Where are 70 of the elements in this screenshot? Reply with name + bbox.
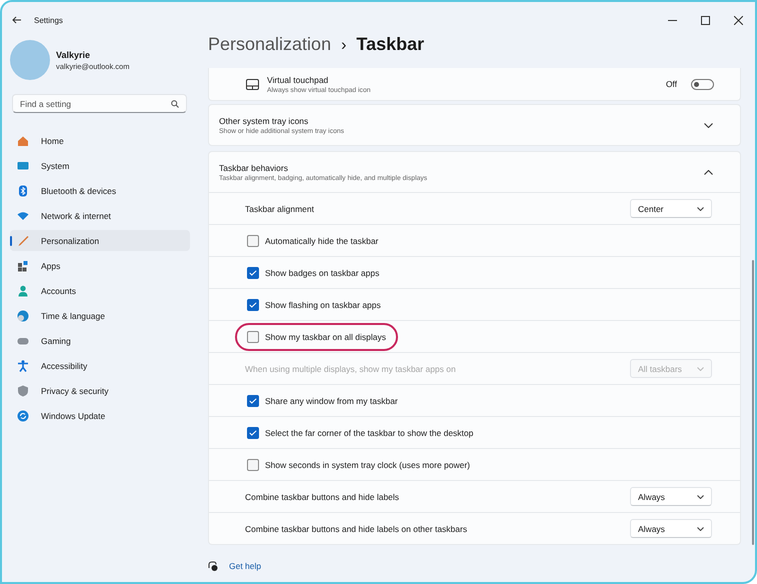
chevron-down-icon: [697, 206, 704, 210]
close-icon[interactable]: [734, 16, 743, 24]
search-icon: [171, 100, 179, 108]
window-title: Settings: [34, 16, 63, 24]
get-help-link[interactable]: Get help: [229, 561, 262, 571]
sidebar-item[interactable]: System: [10, 155, 190, 176]
checkbox[interactable]: [247, 234, 259, 246]
checkbox[interactable]: [247, 298, 259, 310]
setting-label: When using multiple displays, show my taskbar apps on: [245, 364, 457, 374]
sync-icon: [17, 410, 29, 422]
accessibility-icon: [17, 360, 29, 372]
dropdown[interactable]: Center: [630, 199, 712, 218]
sidebar-item[interactable]: Personalization: [10, 230, 190, 251]
checkbox-label: Show badges on taskbar apps: [265, 268, 380, 278]
sidebar-item[interactable]: Time & language: [10, 305, 190, 326]
checkbox-label: Select the far corner of the taskbar to show the desktop: [265, 428, 474, 438]
sidebar-item[interactable]: Gaming: [10, 330, 190, 351]
back-icon[interactable]: [12, 16, 22, 24]
setting-label: Combine taskbar buttons and hide labels: [245, 492, 400, 502]
sidebar-item[interactable]: Windows Update: [10, 405, 190, 426]
checkbox-label: Automatically hide the taskbar: [265, 236, 378, 246]
house-icon: [17, 134, 29, 146]
checkbox[interactable]: [247, 394, 259, 406]
dropdown[interactable]: Always: [630, 487, 712, 506]
sidebar-item[interactable]: Accessibility: [10, 355, 190, 376]
sidebar-item[interactable]: Network & internet: [10, 205, 190, 226]
search-field[interactable]: Find a setting: [12, 94, 187, 113]
checkbox[interactable]: [247, 266, 259, 278]
sidebar-item[interactable]: Accounts: [10, 280, 190, 301]
chevron-up-icon: [704, 170, 713, 174]
monitor-icon: [17, 160, 29, 172]
dropdown[interactable]: Always: [630, 519, 712, 538]
avatar: [10, 40, 50, 80]
maximize-icon[interactable]: [701, 16, 710, 24]
checkbox-label: Share any window from my taskbar: [265, 396, 398, 406]
chevron-down-icon: [697, 494, 704, 498]
checkbox[interactable]: [247, 458, 259, 470]
bluetooth-icon: [17, 184, 29, 196]
checkmark-icon: [249, 302, 257, 308]
sidebar-item[interactable]: Apps: [10, 255, 190, 276]
sidebar-item[interactable]: Home: [10, 130, 190, 151]
sidebar-item[interactable]: Bluetooth & devices: [10, 180, 190, 201]
toggle-switch[interactable]: [691, 78, 714, 90]
apps-icon: [17, 260, 29, 272]
sidebar-item[interactable]: Privacy & security: [10, 380, 190, 401]
setting-label: Taskbar alignment: [245, 204, 315, 214]
breadcrumb-link[interactable]: Personalization: [208, 34, 332, 55]
person-icon: [17, 284, 29, 296]
wifi-icon: [17, 210, 29, 222]
checkmark-icon: [249, 398, 257, 404]
breadcrumb-separator: ›: [341, 37, 346, 55]
shield-icon: [17, 384, 29, 396]
setting-title: Virtual touchpad: [267, 74, 330, 84]
checkbox[interactable]: [247, 330, 259, 342]
chevron-down-icon: [704, 122, 713, 128]
page-title: Taskbar: [356, 34, 424, 55]
toggle-state-label: Off: [666, 79, 677, 89]
checkmark-icon: [249, 270, 257, 276]
user-name: Valkyrie: [56, 50, 92, 60]
checkbox[interactable]: [247, 426, 259, 438]
scrollbar[interactable]: [752, 260, 754, 545]
checkbox-label: Show my taskbar on all displays: [265, 332, 386, 342]
checkbox-label: Show seconds in system tray clock (uses more power): [265, 460, 470, 470]
chevron-down-icon: [697, 366, 704, 370]
setting-label: Combine taskbar buttons and hide labels on other taskbars: [245, 524, 468, 534]
checkmark-icon: [249, 430, 257, 436]
brush-icon: [17, 234, 29, 246]
checkbox-label: Show flashing on taskbar apps: [265, 300, 381, 310]
chevron-down-icon: [697, 526, 704, 530]
touchpad-icon: [246, 78, 259, 90]
